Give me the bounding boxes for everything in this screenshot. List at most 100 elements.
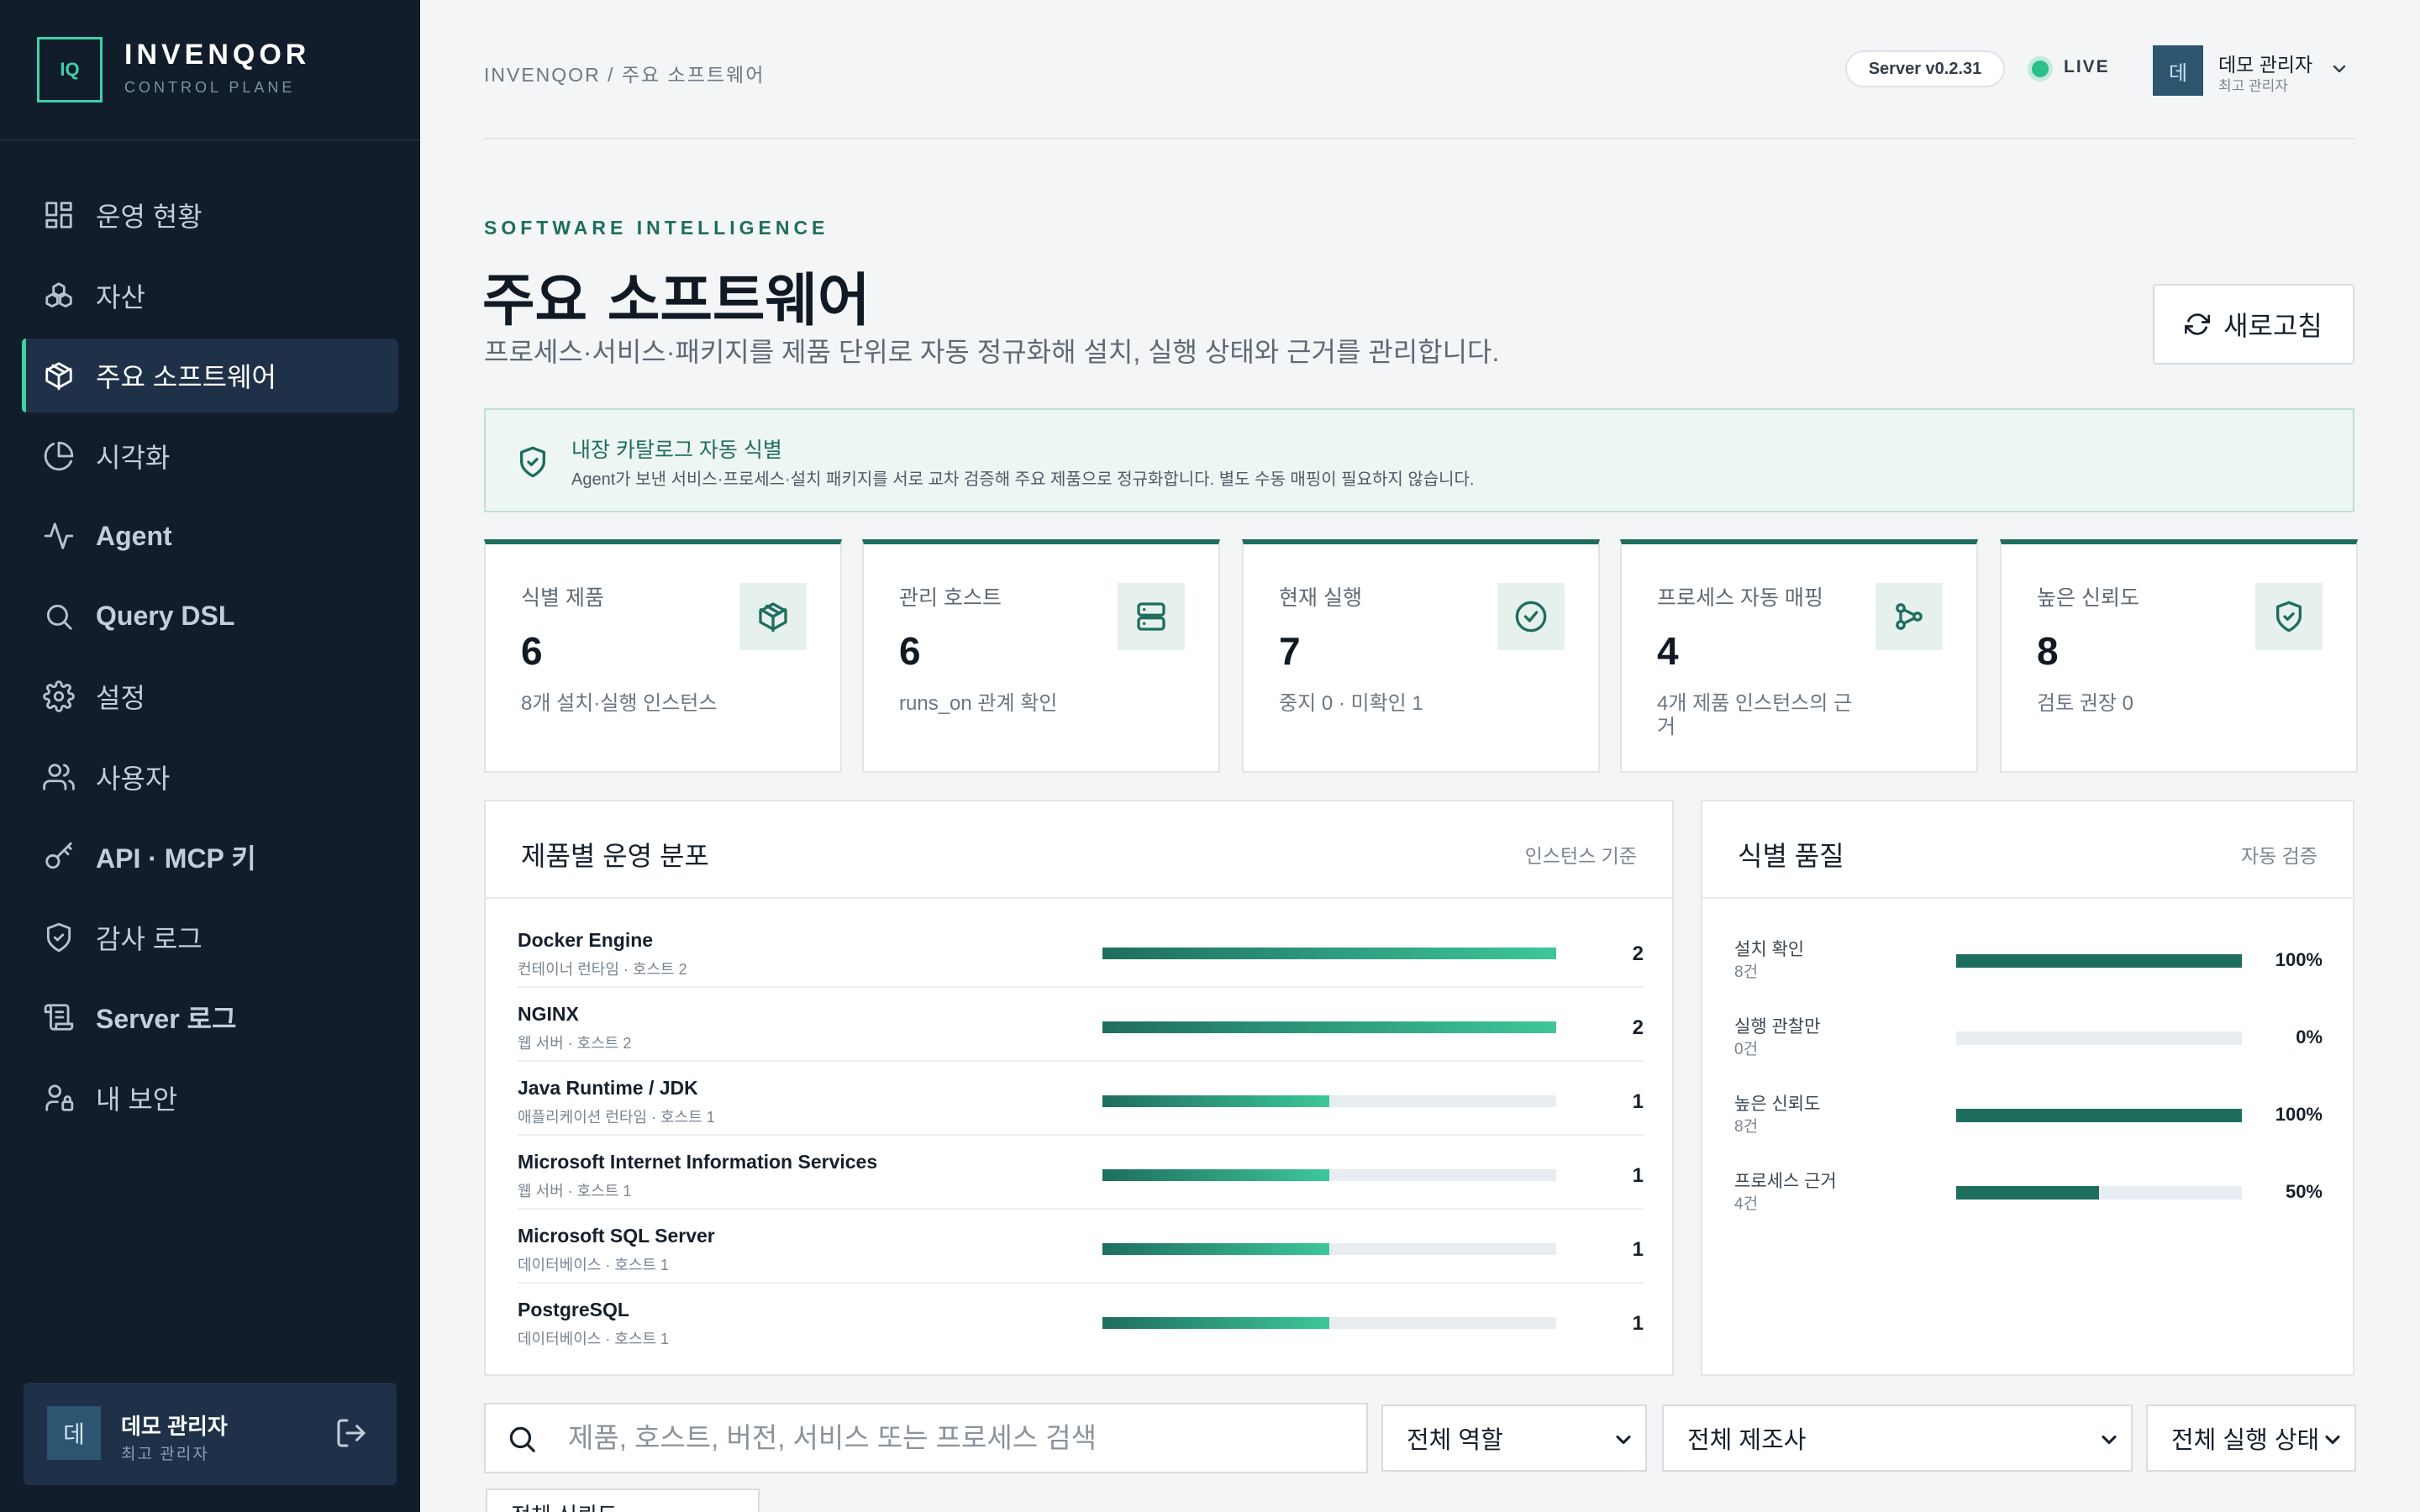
live-status-label: LIVE (2064, 57, 2110, 76)
avatar: 데 (47, 1406, 101, 1460)
sidebar-item-9[interactable]: 감사 로그 (22, 900, 398, 974)
chevron-down-icon (1616, 1435, 1631, 1445)
chevron-down-icon (2325, 1435, 2340, 1445)
stat-label: 식별 제품 (521, 586, 604, 610)
product-count: 2 (1632, 1016, 1644, 1039)
panel-title: 식별 품질 (1738, 841, 1844, 871)
sidebar-item-2[interactable]: 주요 소프트웨어 (22, 339, 398, 412)
product-sub: 데이터베이스 · 호스트 1 (518, 1331, 670, 1347)
quality-panel: 식별 품질 자동 검증 설치 확인 8건 100% 실행 관찰만 0건 0% 높은 신뢰도 8… (1701, 800, 2354, 1376)
sidebar-item-label: 사용자 (96, 763, 171, 794)
quality-sub: 8건 (1734, 963, 1759, 981)
scroll-icon (42, 1000, 76, 1034)
sidebar-item-7[interactable]: 사용자 (22, 740, 398, 814)
quality-sub: 4건 (1734, 1195, 1759, 1213)
quality-name: 실행 관찰만 (1734, 1017, 1821, 1037)
state-select[interactable]: 전체 실행 상태 (2146, 1404, 2356, 1472)
quality-percent: 50% (2285, 1181, 2323, 1202)
page-description: 프로세스·서비스·패키지를 제품 단위로 자동 정규화해 설치, 실행 상태와 … (484, 337, 1500, 367)
list-item: 실행 관찰만 0건 0% (1734, 1013, 2323, 1080)
sidebar-item-label: 감사 로그 (96, 923, 203, 954)
top-user-name[interactable]: 데모 관리자 (2218, 49, 2312, 77)
product-count: 1 (1632, 1164, 1644, 1187)
stat-card: 관리 호스트 6 runs_on 관계 확인 (862, 539, 1220, 773)
banner-text: Agent가 보낸 서비스·프로세스·설치 패키지를 서로 교차 검증해 주요 … (571, 470, 1475, 489)
stat-value: 7 (1279, 629, 1301, 673)
stat-value: 4 (1657, 629, 1679, 673)
list-item[interactable]: Java Runtime / JDK 애플리케이션 런타임 · 호스트 1 1 (518, 1062, 1644, 1136)
shield-check-icon (2255, 583, 2323, 650)
distribution-panel: 제품별 운영 분포 인스턴스 기준 Docker Engine 컨테이너 런타임 … (484, 800, 1674, 1376)
distribution-bar-track (1102, 1317, 1556, 1329)
user-lock-icon (42, 1081, 76, 1115)
users-icon (42, 760, 76, 794)
stat-card: 식별 제품 6 8개 설치·실행 인스턴스 (484, 539, 842, 773)
distribution-bar-track (1102, 1021, 1556, 1033)
app-root: IQ INVENQOR CONTROL PLANE 운영 현황 자산 주요 소프트웨… (0, 0, 2420, 1512)
distribution-bar-track (1102, 1243, 1556, 1255)
quality-bar (1956, 1109, 2242, 1122)
sidebar-item-0[interactable]: 운영 현황 (22, 178, 398, 252)
list-item[interactable]: Microsoft SQL Server 데이터베이스 · 호스트 1 1 (518, 1210, 1644, 1284)
stat-value: 6 (899, 629, 921, 673)
panel-title: 제품별 운영 분포 (521, 841, 709, 871)
dashboard-icon (42, 198, 76, 232)
sidebar-item-3[interactable]: 시각화 (22, 419, 398, 493)
panel-header: 식별 품질 자동 검증 (1702, 801, 2353, 899)
sidebar-item-10[interactable]: Server 로그 (22, 980, 398, 1054)
quality-percent: 100% (2275, 1104, 2323, 1125)
sidebar-item-6[interactable]: 설정 (22, 659, 398, 733)
gear-icon (42, 680, 76, 713)
sidebar-item-5[interactable]: Query DSL (22, 580, 398, 654)
product-count: 1 (1632, 1090, 1644, 1113)
refresh-label: 새로고침 (2223, 311, 2323, 341)
quality-bar-track (1956, 1109, 2242, 1122)
product-sub: 데이터베이스 · 호스트 1 (518, 1257, 670, 1273)
refresh-icon (2185, 313, 2211, 335)
vendor-select[interactable]: 전체 제조사 (1662, 1404, 2133, 1472)
refresh-button[interactable]: 새로고침 (2153, 284, 2354, 365)
activity-icon (42, 519, 76, 553)
product-count: 1 (1632, 1312, 1644, 1335)
brand-title: INVENQOR (124, 39, 311, 71)
product-name: Microsoft SQL Server (518, 1225, 715, 1247)
list-item[interactable]: NGINX 웹 서버 · 호스트 2 2 (518, 988, 1644, 1062)
quality-percent: 100% (2275, 949, 2323, 970)
sidebar-item-4[interactable]: Agent (22, 499, 398, 573)
sidebar-user-card: 데 데모 관리자 최고 관리자 (24, 1383, 397, 1485)
catalog-banner: 내장 카탈로그 자동 식별 Agent가 보낸 서비스·프로세스·설치 패키지를… (484, 408, 2354, 512)
distribution-bar (1102, 1243, 1329, 1255)
sidebar-item-label: 내 보안 (96, 1084, 178, 1115)
check-circle-icon (1497, 583, 1565, 650)
page-eyebrow: SOFTWARE INTELLIGENCE (484, 217, 829, 239)
search-input[interactable] (568, 1404, 1349, 1472)
share-nodes-icon (1876, 583, 1943, 650)
role-select-value: 전체 역할 (1407, 1427, 1503, 1454)
list-item[interactable]: PostgreSQL 데이터베이스 · 호스트 1 1 (518, 1284, 1644, 1357)
sidebar-item-8[interactable]: API · MCP 키 (22, 820, 398, 894)
sidebar-item-11[interactable]: 내 보안 (22, 1061, 398, 1135)
panel-header: 제품별 운영 분포 인스턴스 기준 (486, 801, 1672, 899)
confidence-select[interactable]: 전체 신뢰도 (486, 1488, 760, 1512)
product-name: Docker Engine (518, 929, 654, 951)
chevron-down-icon[interactable] (2329, 59, 2349, 79)
product-count: 2 (1632, 942, 1644, 965)
shield-icon (42, 921, 76, 954)
sidebar: IQ INVENQOR CONTROL PLANE 운영 현황 자산 주요 소프트웨… (0, 0, 420, 1512)
sidebar-item-1[interactable]: 자산 (22, 259, 398, 333)
stat-label: 관리 호스트 (899, 586, 1002, 610)
avatar[interactable]: 데 (2153, 45, 2203, 96)
key-icon (42, 840, 76, 874)
role-select[interactable]: 전체 역할 (1381, 1404, 1647, 1472)
logout-icon[interactable] (334, 1416, 368, 1450)
distribution-bar-track (1102, 1169, 1556, 1181)
list-item[interactable]: Docker Engine 컨테이너 런타임 · 호스트 2 2 (518, 914, 1644, 988)
list-item: 설치 확인 8건 100% (1734, 936, 2323, 1003)
distribution-bar-track (1102, 1095, 1556, 1107)
quality-sub: 8건 (1734, 1118, 1759, 1136)
stat-sub: 4개 제품 인스턴스의 근거 (1657, 692, 1853, 738)
list-item[interactable]: Microsoft Internet Information Services 웹… (518, 1136, 1644, 1210)
breadcrumb: INVENQOR / 주요 소프트웨어 (484, 64, 765, 86)
assets-icon (42, 279, 76, 312)
sidebar-item-label: 설정 (96, 683, 145, 713)
